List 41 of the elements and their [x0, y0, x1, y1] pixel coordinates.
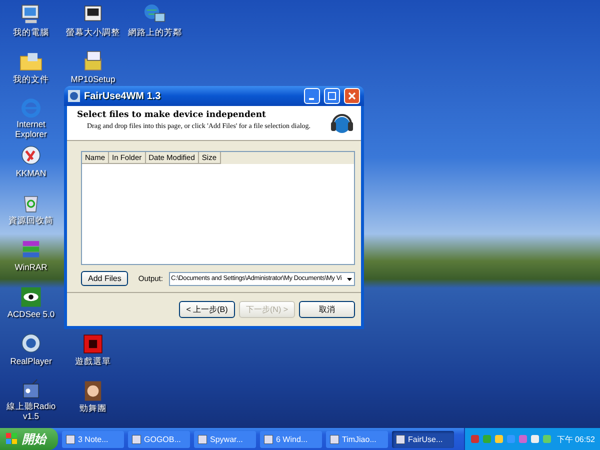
cancel-button[interactable]: 取消 — [299, 301, 355, 318]
window-icon — [396, 434, 405, 444]
close-icon — [348, 92, 356, 100]
window-icon — [330, 434, 339, 444]
add-files-button[interactable]: Add Files — [81, 271, 128, 286]
clock: 下午 06:52 — [556, 434, 595, 444]
desktop-icon-label: 網路上的芳鄰 — [128, 28, 182, 38]
window-title: FairUse4WM 1.3 — [84, 90, 162, 102]
maximize-button[interactable] — [324, 88, 340, 104]
page-heading: Select files to make device independent — [77, 110, 267, 120]
desktop-icon-label: 線上聽Radio v1.5 — [5, 402, 57, 421]
desktop-icon-label: 勁舞團 — [80, 404, 106, 414]
desktop-icon-label: KKMAN — [16, 169, 46, 178]
tray-icon[interactable] — [530, 434, 540, 444]
tray-icon[interactable] — [494, 434, 504, 444]
window-icon — [132, 434, 141, 444]
taskbar-button[interactable]: FairUse... — [392, 430, 454, 448]
back-button[interactable]: < 上一步(B) — [179, 301, 235, 318]
close-button[interactable] — [344, 88, 360, 104]
desktop-icon-label: ACDSee 5.0 — [7, 310, 55, 320]
desktop-icon-label: RealPlayer — [10, 357, 52, 366]
minimize-button[interactable] — [304, 88, 320, 104]
desktop-icon-label: 我的文件 — [13, 75, 49, 84]
taskbar-button[interactable]: Spywar... — [194, 430, 256, 448]
desktop-icon-label: MP10Setup — [70, 75, 116, 84]
window-icon — [264, 434, 273, 444]
taskbar-button[interactable]: 3 Note... — [62, 430, 124, 448]
desktop-icon-label: WinRAR — [14, 263, 48, 272]
app-icon — [68, 90, 80, 102]
maximize-icon — [328, 92, 336, 100]
taskbar-button[interactable]: 6 Wind... — [260, 430, 322, 448]
desktop-icon-label: 資源回收筒 — [8, 216, 54, 226]
desktop-icon-label: 螢幕大小調整 — [66, 28, 120, 38]
taskbar-button[interactable]: GOGOB... — [128, 430, 190, 448]
window-icon — [198, 434, 207, 444]
windows-logo-icon — [6, 433, 18, 445]
taskbar-button[interactable]: TimJiao... — [326, 430, 388, 448]
desktop-icon-label: 我的電腦 — [13, 28, 49, 38]
desktop-icon-label: 遊戲選單 — [75, 357, 111, 366]
desktop-icon-label: Internet Explorer — [14, 120, 48, 139]
window-icon — [66, 434, 75, 444]
